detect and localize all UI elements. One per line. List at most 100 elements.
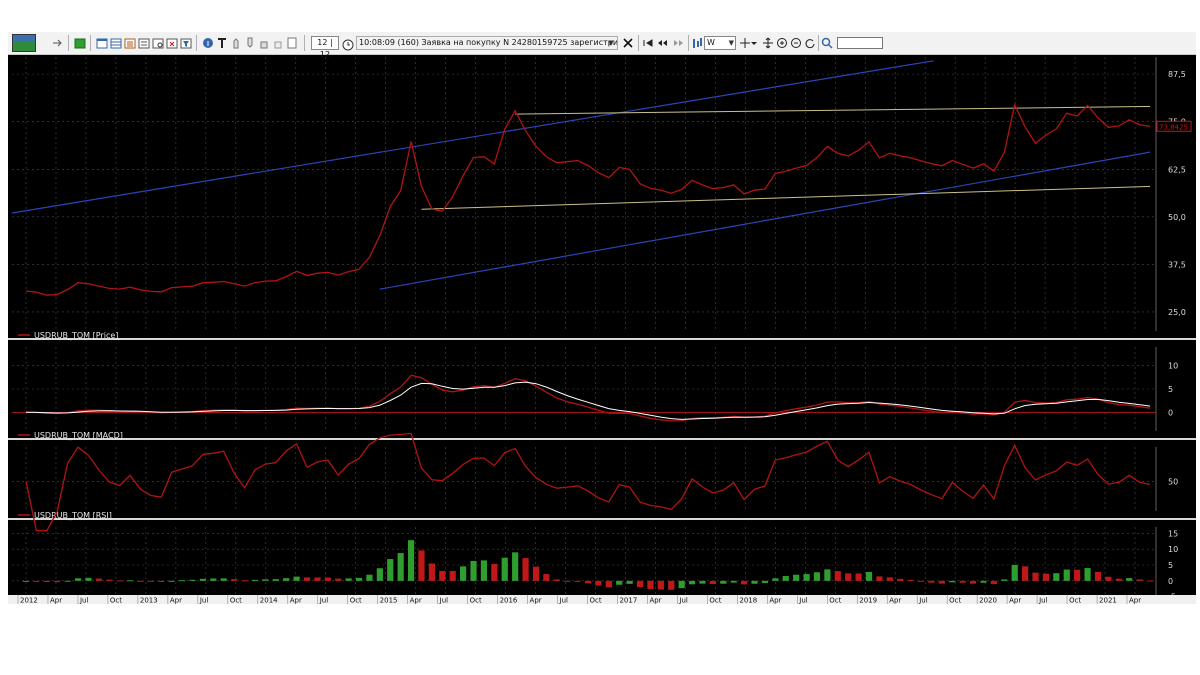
ao-bar bbox=[189, 579, 196, 581]
filter-icon[interactable] bbox=[180, 36, 192, 50]
scroll-back-icon[interactable] bbox=[656, 36, 668, 50]
search-window-icon[interactable] bbox=[152, 36, 164, 50]
chart-type-icon[interactable] bbox=[691, 36, 703, 50]
refresh-icon[interactable] bbox=[804, 36, 816, 50]
search-icon[interactable] bbox=[821, 36, 833, 50]
ao-bar bbox=[241, 580, 248, 582]
y-tick-label: 0 bbox=[1168, 408, 1173, 417]
x-tick-label: Oct bbox=[350, 597, 362, 605]
ao-bar bbox=[1063, 569, 1070, 581]
ao-bar bbox=[293, 576, 300, 581]
timeframe-select[interactable]: W ▼ bbox=[704, 36, 736, 50]
hand-alt-icon[interactable] bbox=[272, 36, 284, 50]
text-tool-icon[interactable] bbox=[216, 36, 228, 50]
order-message-dropdown[interactable]: 10:08:09 (160) Заявка на покупку N 24280… bbox=[356, 36, 618, 50]
arrow-right-icon[interactable] bbox=[52, 36, 64, 50]
close-window-icon[interactable] bbox=[166, 36, 178, 50]
deals-icon[interactable] bbox=[138, 36, 150, 50]
ao-bar bbox=[845, 573, 852, 581]
ao-bar bbox=[33, 580, 40, 582]
ao-bar bbox=[616, 580, 623, 585]
ao-bar bbox=[813, 572, 821, 581]
hand-down-icon[interactable] bbox=[244, 36, 256, 50]
ao-bar bbox=[678, 580, 685, 589]
ao-bar bbox=[574, 580, 581, 582]
close-icon[interactable] bbox=[622, 36, 634, 50]
x-tick-label: 2017 bbox=[619, 597, 637, 605]
chevron-down-icon[interactable]: ▼ bbox=[729, 37, 734, 49]
ao-bar bbox=[626, 580, 633, 584]
scroll-forward-icon[interactable] bbox=[672, 36, 684, 50]
pane-ao: 151050-5USDRUB_TOM [AO] bbox=[12, 527, 1178, 604]
x-tick-label: Oct bbox=[470, 597, 482, 605]
zoom-out-icon[interactable] bbox=[790, 36, 802, 50]
hand-up-icon[interactable] bbox=[230, 36, 242, 50]
y-tick-label: 5 bbox=[1168, 561, 1173, 570]
x-tick-label: 2013 bbox=[140, 597, 158, 605]
ao-bar bbox=[720, 580, 727, 584]
x-tick-label: 2018 bbox=[739, 597, 757, 605]
x-tick-label: Oct bbox=[949, 597, 961, 605]
x-tick-label: 2016 bbox=[500, 597, 518, 605]
x-tick-label: 2015 bbox=[380, 597, 398, 605]
ao-bar bbox=[137, 580, 144, 582]
ao-bar bbox=[636, 580, 644, 588]
window-icon[interactable] bbox=[96, 36, 108, 50]
toolbar-separator bbox=[818, 35, 819, 51]
ao-bar bbox=[64, 580, 71, 582]
chevron-down-icon[interactable]: ▼ bbox=[606, 38, 616, 48]
chevron-down-icon[interactable] bbox=[750, 36, 762, 50]
ao-bar bbox=[699, 580, 706, 584]
ao-bar bbox=[917, 580, 925, 582]
ao-bar bbox=[449, 570, 456, 581]
ao-bar bbox=[54, 580, 61, 583]
orders-icon[interactable] bbox=[124, 36, 136, 50]
zoom-in-icon[interactable] bbox=[776, 36, 788, 50]
clock-icon bbox=[342, 36, 354, 51]
toolbar-separator bbox=[304, 35, 305, 51]
move-icon[interactable] bbox=[762, 36, 774, 50]
search-input[interactable] bbox=[837, 37, 883, 49]
ao-bar bbox=[418, 550, 425, 581]
x-tick-label: Jul bbox=[1038, 597, 1048, 605]
ao-bar bbox=[272, 579, 279, 581]
toolbar: 12 | 12 10:08:09 (160) Заявка на покупку… bbox=[8, 32, 1196, 59]
trendline-upper bbox=[11, 60, 934, 214]
chart-area[interactable]: 87,575,062,550,037,525,0USDRUB_TOM [Pric… bbox=[8, 55, 1196, 604]
x-tick-label: Oct bbox=[110, 597, 122, 605]
ao-bar bbox=[605, 580, 612, 588]
ao-bar bbox=[210, 578, 217, 581]
x-tick-label: Apr bbox=[530, 597, 542, 605]
document-icon[interactable] bbox=[286, 36, 298, 50]
table-icon[interactable] bbox=[110, 36, 122, 50]
ao-bar bbox=[1042, 573, 1050, 581]
info-icon[interactable] bbox=[202, 36, 214, 50]
ao-bar bbox=[564, 580, 571, 582]
hand-icon[interactable] bbox=[258, 36, 270, 50]
bar-counter[interactable]: 12 | 12 bbox=[311, 36, 339, 59]
ao-bar bbox=[834, 571, 841, 581]
ao-bar bbox=[1053, 573, 1060, 581]
ao-bar bbox=[803, 574, 810, 581]
y-tick-label: 50 bbox=[1168, 477, 1178, 486]
ao-bar bbox=[428, 563, 435, 581]
ao-bar bbox=[1105, 576, 1112, 581]
terminal-logo-icon[interactable] bbox=[12, 34, 36, 52]
ao-bar bbox=[1022, 566, 1029, 581]
trendline-yellow-lower bbox=[421, 185, 1151, 210]
ao-bar bbox=[584, 580, 592, 584]
ao-bar bbox=[990, 580, 997, 585]
ao-bar bbox=[85, 577, 92, 581]
ao-bar bbox=[959, 580, 966, 583]
y-tick-label: 87,5 bbox=[1168, 70, 1186, 79]
x-tick-label: Apr bbox=[1009, 597, 1021, 605]
ao-bar bbox=[387, 559, 394, 581]
ao-bar bbox=[907, 580, 914, 582]
save-green-icon[interactable] bbox=[74, 36, 86, 50]
rsi-line bbox=[25, 432, 1151, 532]
y-tick-label: 62,5 bbox=[1168, 165, 1186, 174]
ao-bar bbox=[751, 580, 758, 584]
y-tick-label: 50,0 bbox=[1168, 213, 1186, 222]
x-tick-label: Oct bbox=[709, 597, 721, 605]
scroll-start-icon[interactable] bbox=[642, 36, 654, 50]
